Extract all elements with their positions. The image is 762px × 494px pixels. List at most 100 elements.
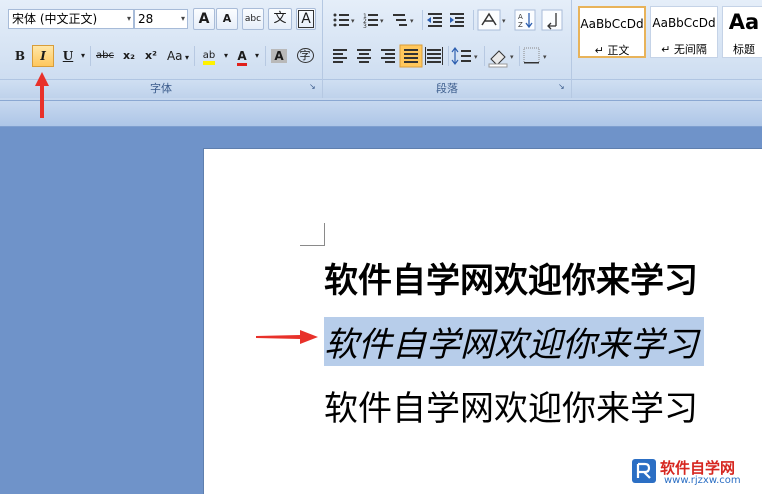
chevron-down-icon: ▾	[254, 51, 259, 60]
style-heading[interactable]: Aa 标题	[722, 6, 762, 58]
underline-dropdown[interactable]: ▾	[78, 45, 88, 67]
subscript-button[interactable]: x₂	[119, 45, 139, 67]
font-size-value: 28	[138, 12, 154, 26]
chevron-down-icon: ▾	[180, 14, 185, 23]
font-color-icon: A	[237, 49, 247, 66]
chinese-layout-icon[interactable]: ▾	[477, 9, 506, 31]
chevron-down-icon: ▾	[126, 14, 131, 23]
line-spacing-icon[interactable]: ▾	[451, 47, 478, 65]
strikethrough-icon: abc	[96, 50, 114, 61]
styles-group: AaBbCcDd ↵ 正文 AaBbCcDd ↵ 无间隔 Aa 标题	[572, 0, 762, 98]
char-border-icon: A	[298, 10, 314, 28]
subscript-icon: x₂	[123, 49, 135, 62]
sort-icon[interactable]: A Z	[514, 9, 536, 31]
phonetic-icon: 文	[273, 11, 287, 26]
watermark: 软件自学网 www.rjzxw.com	[630, 457, 756, 487]
shrink-font-icon: A	[222, 12, 232, 25]
style-name: ↵ 正文	[594, 44, 630, 57]
font-size-combo[interactable]: 28 ▾	[134, 9, 188, 29]
grow-font-button[interactable]: A	[193, 8, 215, 30]
justify-icon[interactable]	[399, 44, 423, 68]
numbering-icon[interactable]: 1 2 3 ▾	[363, 13, 384, 30]
styles-group-label	[572, 79, 762, 98]
divider	[90, 46, 91, 66]
chevron-down-icon: ▾	[223, 51, 228, 60]
svg-text:▾: ▾	[474, 53, 478, 61]
style-name: 标题	[733, 43, 755, 56]
bold-button[interactable]: B	[10, 45, 30, 67]
svg-text:▾: ▾	[351, 17, 355, 25]
align-right-icon[interactable]	[381, 49, 395, 63]
dialog-launcher-icon[interactable]: ↘	[558, 82, 567, 91]
dialog-launcher-icon[interactable]: ↘	[309, 82, 318, 91]
paragraph-group: ▾ 1 2 3 ▾ ▾ ▾ A Z ▾ ▾ ▾ 段落 ↘	[323, 0, 572, 98]
watermark-logo-icon	[632, 459, 656, 483]
document-line-italic-selected[interactable]: 软件自学网欢迎你来学习	[324, 317, 704, 366]
paragraph-tools-row1: ▾ 1 2 3 ▾ ▾ ▾ A Z	[333, 9, 563, 31]
svg-text:▾: ▾	[543, 53, 547, 61]
font-name-combo[interactable]: 宋体 (中文正文) ▾	[8, 9, 134, 29]
svg-text:▾: ▾	[410, 17, 414, 25]
character-shading-button[interactable]: A	[268, 45, 290, 67]
distributed-icon[interactable]	[425, 47, 443, 65]
italic-button[interactable]: I	[32, 45, 54, 67]
bold-icon: B	[14, 49, 26, 63]
svg-text:▾: ▾	[380, 17, 384, 25]
right-arrow-annotation-icon	[256, 330, 318, 344]
style-sample: Aa	[728, 10, 760, 34]
shrink-font-button[interactable]: A	[216, 8, 238, 30]
svg-text:A: A	[518, 13, 523, 21]
highlight-dropdown[interactable]: ▾	[221, 45, 231, 67]
superscript-icon: x²	[145, 49, 157, 62]
style-normal[interactable]: AaBbCcDd ↵ 正文	[578, 6, 646, 58]
align-center-icon[interactable]	[357, 49, 371, 63]
svg-text:Z: Z	[518, 21, 523, 29]
up-arrow-annotation-icon	[35, 72, 49, 118]
style-sample: AaBbCcDd	[580, 17, 644, 31]
paragraph-group-label: 段落	[323, 79, 571, 98]
style-no-spacing[interactable]: AaBbCcDd ↵ 无间隔	[650, 6, 718, 58]
align-left-icon[interactable]	[333, 49, 347, 63]
font-name-value: 宋体 (中文正文)	[12, 12, 98, 26]
underline-icon: U	[62, 49, 74, 63]
italic-icon: I	[40, 49, 46, 63]
font-color-button[interactable]: A	[232, 45, 252, 67]
svg-text:3: 3	[363, 23, 367, 30]
strikethrough-button[interactable]: abc	[93, 45, 117, 67]
document-page[interactable]: 软件自学网欢迎你来学习 软件自学网欢迎你来学习 软件自学网欢迎你来学习	[203, 148, 762, 494]
grow-font-icon: A	[198, 11, 210, 27]
document-line-regular[interactable]: 软件自学网欢迎你来学习	[324, 381, 698, 430]
multilevel-list-icon[interactable]: ▾	[393, 14, 414, 26]
shading-icon[interactable]: ▾	[488, 50, 514, 68]
change-case-icon: Aa	[166, 49, 183, 63]
font-color-dropdown[interactable]: ▾	[252, 45, 262, 67]
divider	[265, 46, 266, 66]
margin-corner-mark	[300, 223, 325, 246]
enclose-character-button[interactable]: 字	[294, 45, 316, 67]
document-line-bold[interactable]: 软件自学网欢迎你来学习	[324, 253, 698, 302]
svg-text:▾: ▾	[510, 53, 514, 61]
superscript-button[interactable]: x²	[141, 45, 161, 67]
divider	[194, 46, 195, 66]
increase-indent-icon[interactable]	[450, 13, 464, 27]
highlight-button[interactable]: ab	[197, 45, 221, 67]
watermark-url: www.rjzxw.com	[664, 475, 741, 486]
highlighter-icon: ab	[202, 50, 216, 65]
phonetic-guide-button[interactable]: 文	[268, 8, 292, 30]
char-shading-icon: A	[271, 49, 287, 63]
style-name: ↵ 无间隔	[661, 43, 707, 56]
eraser-icon: abc	[244, 14, 262, 24]
clear-format-button[interactable]: abc	[242, 8, 264, 30]
character-border-button[interactable]: A	[296, 8, 316, 30]
enclose-char-icon: 字	[296, 48, 314, 63]
paragraph-tools-row2: ▾ ▾ ▾	[333, 44, 547, 68]
style-sample: AaBbCcDd	[652, 16, 716, 30]
borders-icon[interactable]: ▾	[523, 47, 547, 64]
decrease-indent-icon[interactable]	[427, 13, 442, 27]
svg-text:▾: ▾	[502, 17, 506, 25]
bullets-icon[interactable]: ▾	[333, 13, 356, 27]
change-case-button[interactable]: Aa ▾	[164, 45, 192, 67]
underline-button[interactable]: U	[58, 45, 78, 67]
chevron-down-icon: ▾	[80, 51, 85, 60]
show-marks-icon[interactable]	[541, 9, 563, 31]
